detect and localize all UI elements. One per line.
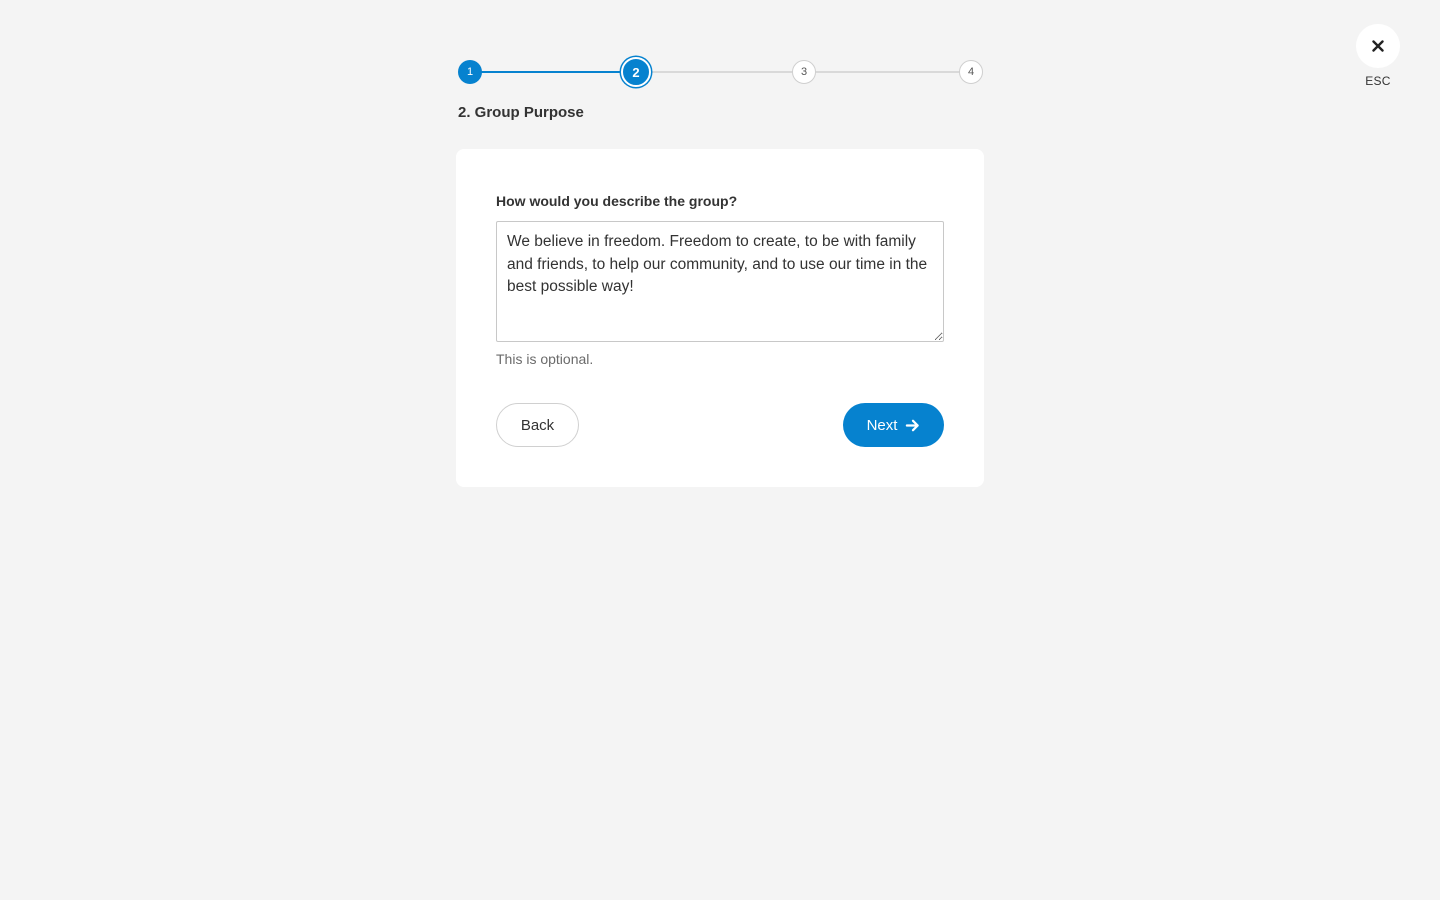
step-4[interactable]: 4 <box>959 60 983 84</box>
form-actions: Back Next <box>496 403 944 447</box>
step-4-number: 4 <box>967 66 975 78</box>
back-button[interactable]: Back <box>496 403 579 447</box>
close-control: ESC <box>1356 24 1400 88</box>
arrow-right-icon <box>906 419 920 431</box>
progress-stepper: 1 2 3 4 <box>458 57 984 87</box>
step-3[interactable]: 3 <box>792 60 816 84</box>
next-button[interactable]: Next <box>843 403 944 447</box>
close-icon <box>1372 40 1384 52</box>
form-card: How would you describe the group? We bel… <box>456 149 984 487</box>
step-2-number: 2 <box>632 64 640 80</box>
description-label: How would you describe the group? <box>496 193 738 209</box>
optional-hint: This is optional. <box>496 351 594 367</box>
description-textarea[interactable]: We believe in freedom. Freedom to create… <box>496 221 944 342</box>
step-connector-completed <box>470 71 636 73</box>
wizard-page: ESC 1 2 3 4 2. Group Purpose How would y… <box>0 0 1440 900</box>
step-3-number: 3 <box>800 66 808 78</box>
step-1[interactable]: 1 <box>458 60 482 84</box>
step-1-number: 1 <box>466 66 474 78</box>
next-button-label: Next <box>866 416 898 434</box>
close-button[interactable] <box>1356 24 1400 68</box>
page-title: 2. Group Purpose <box>458 104 584 121</box>
esc-label: ESC <box>1365 74 1391 88</box>
step-2[interactable]: 2 <box>621 57 651 87</box>
